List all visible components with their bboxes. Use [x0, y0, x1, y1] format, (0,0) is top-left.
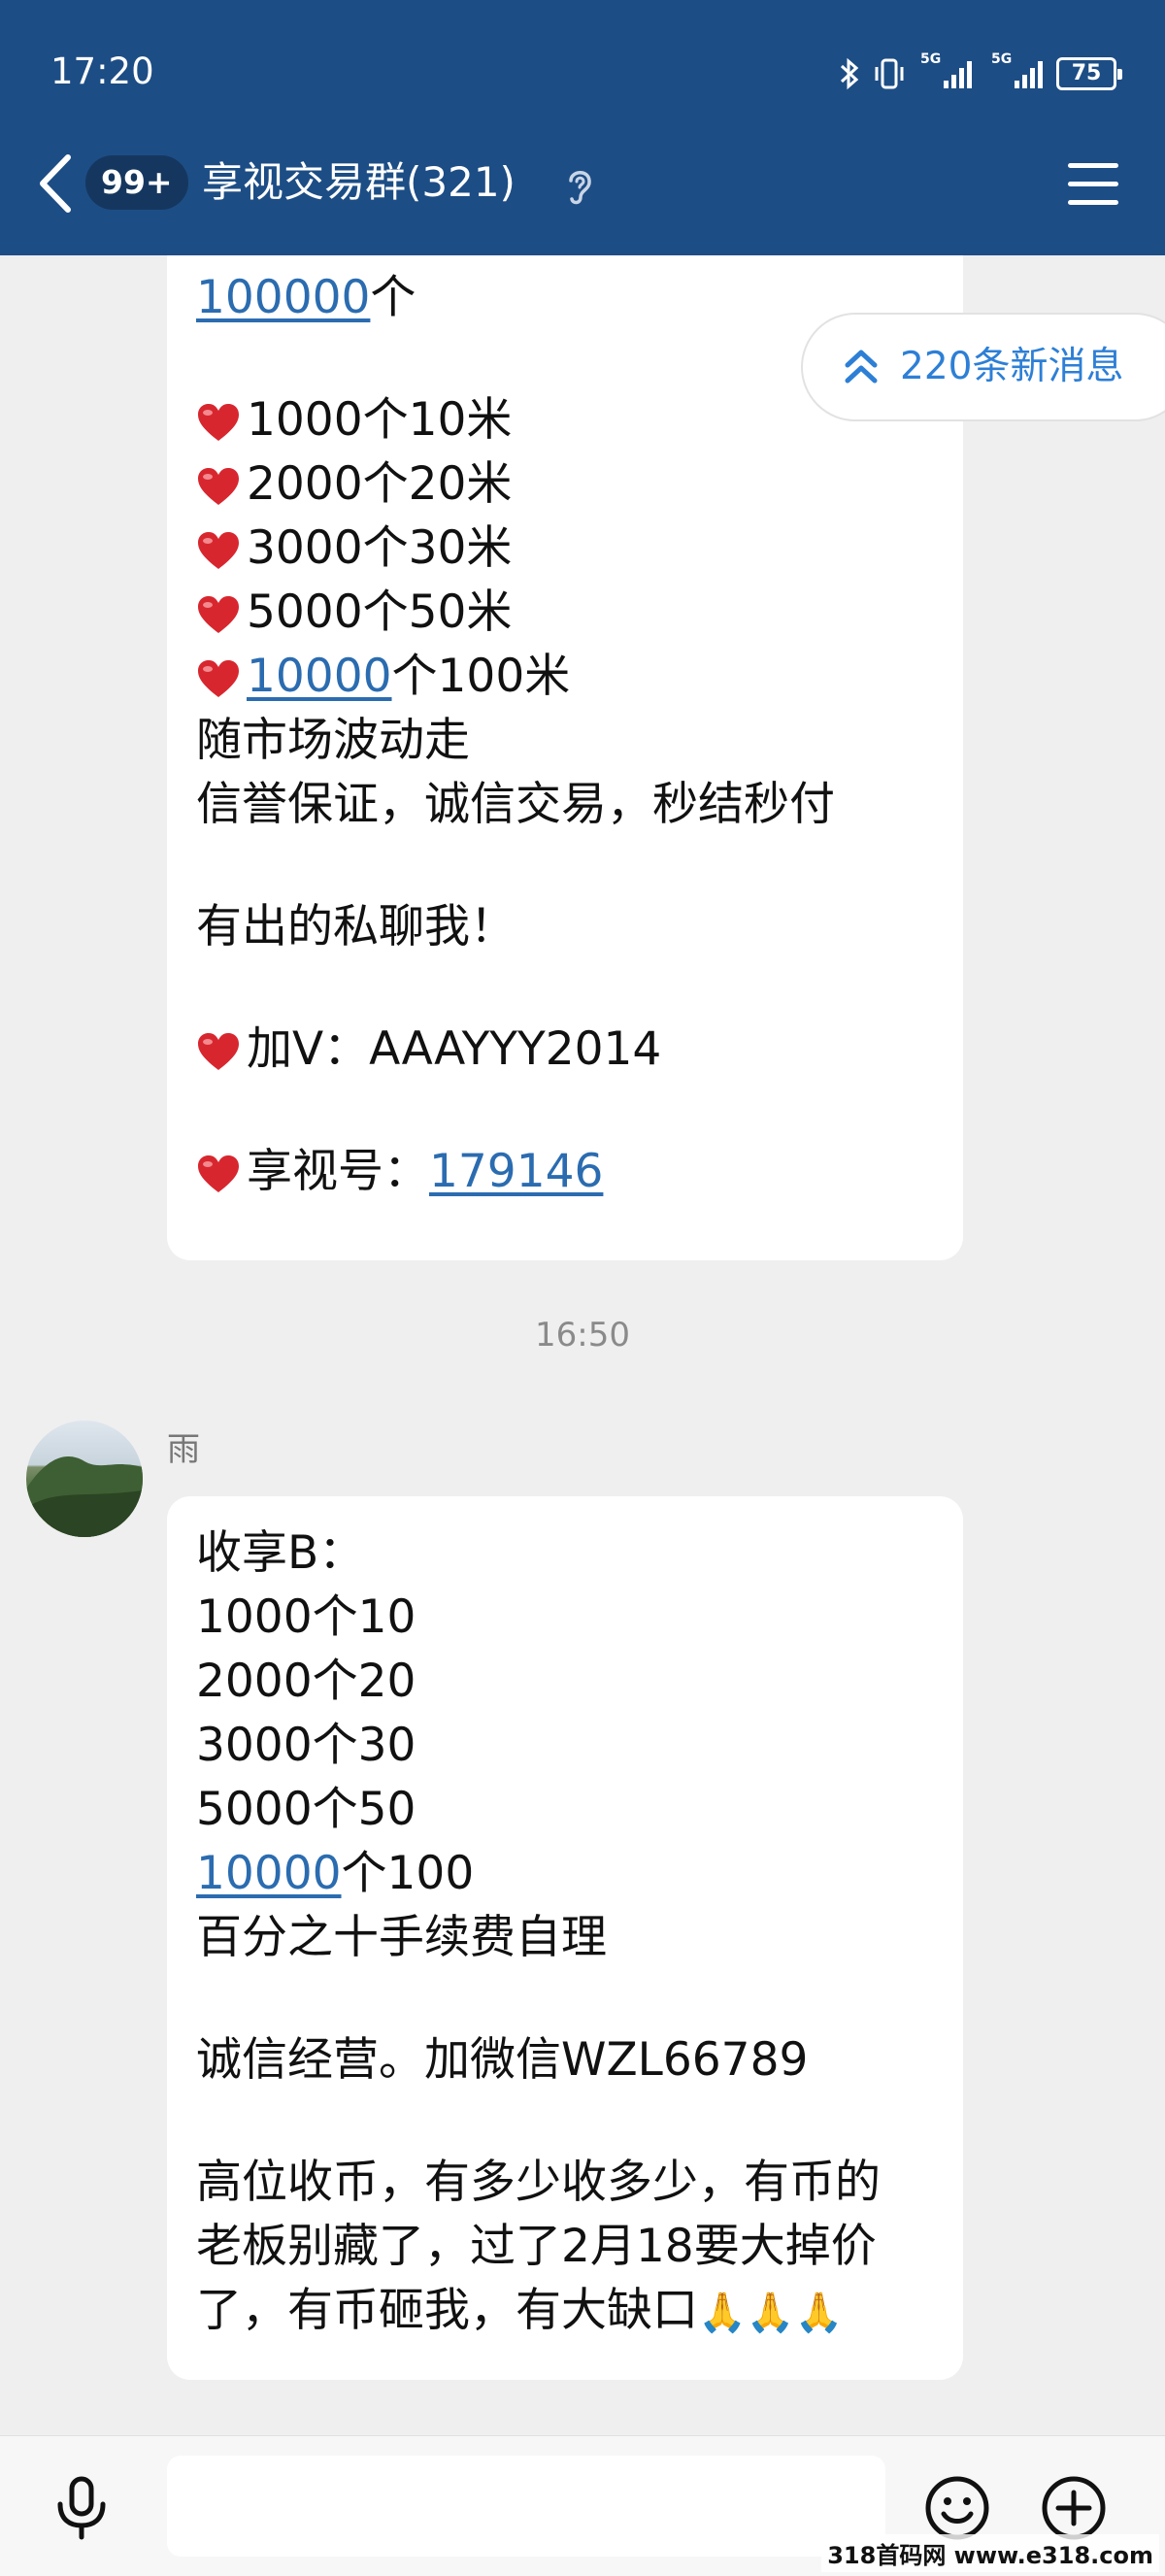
- new-messages-label: 220条新消息: [900, 345, 1124, 388]
- message-line: 收享B：: [196, 1526, 365, 1580]
- top-bar: 17:20 5G 5G 75 99+ 享视交易群(321): [0, 0, 1165, 255]
- tier-line: 5000个50米: [196, 581, 934, 645]
- message-line: 了，有币砸我，有大缺口🙏🙏🙏: [196, 2284, 844, 2337]
- message-line: 随市场波动走: [196, 714, 470, 767]
- message-line: 加V：AAAYYY2014: [196, 1018, 934, 1082]
- voice-button[interactable]: [50, 2475, 113, 2545]
- heart-icon: [196, 460, 247, 524]
- praying-hands-emoji: 🙏🙏🙏: [698, 2291, 844, 2335]
- heart-icon: [196, 1025, 247, 1089]
- avatar-image: [26, 1456, 143, 1537]
- chat-title[interactable]: 享视交易群(321): [202, 153, 516, 212]
- double-chevron-up-icon: [845, 350, 878, 384]
- tier-line: 3000个30: [196, 1719, 416, 1772]
- signal-icon: 5G: [920, 51, 972, 88]
- plus-circle-icon: [1042, 2476, 1106, 2540]
- menu-icon: [1068, 163, 1118, 168]
- tier-line: 2000个20: [196, 1655, 416, 1708]
- tier-line: 5000个50: [196, 1783, 416, 1836]
- number-link[interactable]: 10000: [247, 650, 392, 703]
- number-link[interactable]: 179146: [429, 1145, 603, 1198]
- avatar[interactable]: [26, 1421, 143, 1537]
- tier-line: 3000个30米: [196, 517, 934, 581]
- message-line: 老板别藏了，过了2月18要大掉价: [196, 2220, 877, 2273]
- smiley-icon: [925, 2476, 989, 2540]
- vibrate-icon: [875, 58, 904, 89]
- unread-count-badge[interactable]: 99+: [85, 155, 188, 210]
- number-link[interactable]: 10000: [196, 1847, 342, 1900]
- battery-icon: 75: [1056, 57, 1122, 90]
- message-line: 100000个: [196, 266, 934, 330]
- message-line: 百分之十手续费自理: [196, 1911, 607, 1964]
- message-input[interactable]: [167, 2456, 885, 2557]
- ear-icon[interactable]: [563, 165, 596, 208]
- bluetooth-icon: [840, 57, 859, 90]
- sender-name: 雨: [167, 1430, 200, 1469]
- back-button[interactable]: [35, 151, 83, 216]
- menu-button[interactable]: [1068, 163, 1118, 206]
- message-line: 有出的私聊我！: [196, 900, 516, 953]
- heart-icon: [196, 1148, 247, 1212]
- heart-icon: [196, 652, 247, 717]
- chevron-left-icon: [40, 154, 71, 213]
- status-time: 17:20: [50, 50, 154, 92]
- message-line: 高位收币，有多少收多少，有币的: [196, 2156, 881, 2209]
- heart-icon: [196, 524, 247, 588]
- microphone-icon: [57, 2476, 106, 2540]
- tier-line: 1000个10: [196, 1590, 416, 1644]
- status-icons: 5G 5G 75: [839, 51, 1122, 93]
- message-line: 诚信经营。加微信WZL66789: [196, 2033, 809, 2087]
- number-link[interactable]: 100000: [196, 271, 370, 324]
- heart-icon: [196, 588, 247, 652]
- time-divider: 16:50: [535, 1316, 630, 1355]
- heart-icon: [196, 396, 247, 460]
- new-messages-button[interactable]: 220条新消息: [801, 313, 1165, 421]
- tier-line: 10000个100米: [196, 645, 934, 709]
- message-bubble[interactable]: 收享B： 1000个10 2000个20 3000个30 5000个50 100…: [167, 1496, 963, 2380]
- watermark: 318首码网 www.e318.com: [821, 2534, 1159, 2572]
- message-line: 信誉保证，诚信交易，秒结秒付: [196, 778, 835, 831]
- tier-line: 10000个100: [196, 1847, 475, 1900]
- input-bar: 318首码网 www.e318.com: [0, 2435, 1165, 2576]
- signal-icon: 5G: [991, 51, 1043, 88]
- tier-line: 2000个20米: [196, 452, 934, 517]
- text: 个: [370, 271, 416, 324]
- message-line: 享视号：179146: [196, 1140, 934, 1204]
